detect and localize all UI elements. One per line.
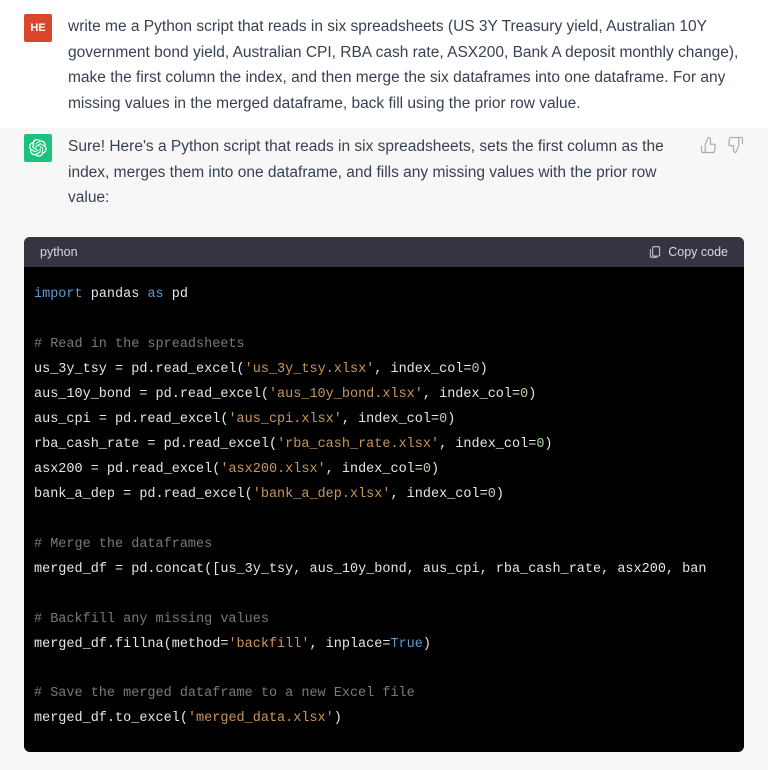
code-token: pandas: [91, 287, 140, 302]
code-token: pd.read_excel(: [115, 412, 228, 427]
code-token: rba_cash_rate: [34, 437, 139, 452]
code-token: 0: [439, 412, 447, 427]
user-message-body: write me a Python script that reads in s…: [68, 12, 744, 116]
code-token: aus_cpi: [34, 412, 91, 427]
user-avatar-label: HE: [30, 22, 45, 34]
code-token: pd: [172, 287, 188, 302]
code-token: 'aus_cpi.xlsx': [228, 412, 341, 427]
code-token: asx200: [34, 462, 83, 477]
code-token: =: [107, 362, 131, 377]
code-token: 0: [520, 387, 528, 402]
code-token: pd.read_excel(: [156, 387, 269, 402]
code-token: ): [447, 412, 455, 427]
code-token: import: [34, 287, 83, 302]
assistant-avatar: [24, 134, 52, 162]
code-token: , index_col=: [423, 387, 520, 402]
thumbs-up-button[interactable]: [700, 136, 718, 159]
code-token: , index_col=: [439, 437, 536, 452]
code-token: 0: [472, 362, 480, 377]
user-message: HE write me a Python script that reads i…: [0, 8, 768, 128]
code-token: ): [423, 637, 431, 652]
code-token: pd.read_excel(: [107, 462, 220, 477]
code-token: , index_col=: [342, 412, 439, 427]
code-token: , index_col=: [390, 487, 487, 502]
code-token: bank_a_dep: [34, 487, 115, 502]
code-token: 'merged_data.xlsx': [188, 711, 334, 726]
code-token: merged_df.to_excel(: [34, 711, 188, 726]
code-token: # Save the merged dataframe to a new Exc…: [34, 686, 415, 701]
conversation: HE write me a Python script that reads i…: [0, 0, 768, 770]
code-token: ): [496, 487, 504, 502]
assistant-message-text: Sure! Here's a Python script that reads …: [68, 134, 676, 211]
code-token: 'backfill': [228, 637, 309, 652]
code-token: 'asx200.xlsx': [220, 462, 325, 477]
code-container: python Copy code import pandas as pd # R…: [0, 223, 768, 770]
code-token: merged_df.fillna(method=: [34, 637, 228, 652]
code-token: =: [83, 462, 107, 477]
code-token: True: [390, 637, 422, 652]
user-message-text: write me a Python script that reads in s…: [68, 14, 744, 116]
code-token: # Read in the spreadsheets: [34, 337, 245, 352]
code-token: as: [147, 287, 163, 302]
code-header: python Copy code: [24, 237, 744, 267]
code-body[interactable]: import pandas as pd # Read in the spread…: [24, 267, 744, 752]
code-token: 'bank_a_dep.xlsx': [253, 487, 391, 502]
code-token: 0: [488, 487, 496, 502]
code-token: pd.read_excel(: [164, 437, 277, 452]
copy-code-label: Copy code: [668, 245, 728, 259]
openai-logo-icon: [29, 139, 47, 157]
code-token: # Merge the dataframes: [34, 537, 212, 552]
assistant-message-body: Sure! Here's a Python script that reads …: [68, 132, 676, 211]
code-token: 0: [423, 462, 431, 477]
code-token: ): [480, 362, 488, 377]
feedback-controls: [700, 136, 744, 159]
code-token: =: [131, 387, 155, 402]
code-block: python Copy code import pandas as pd # R…: [24, 237, 744, 752]
code-token: ): [334, 711, 342, 726]
clipboard-icon: [648, 245, 662, 259]
thumbs-down-icon: [726, 136, 744, 154]
code-token: 'us_3y_tsy.xlsx': [245, 362, 375, 377]
thumbs-up-icon: [700, 136, 718, 154]
code-token: 'aus_10y_bond.xlsx': [269, 387, 423, 402]
code-token: ): [528, 387, 536, 402]
code-token: =: [139, 437, 163, 452]
code-token: pd.read_excel(: [131, 362, 244, 377]
code-token: =: [91, 412, 115, 427]
code-token: pd.concat([us_3y_tsy, aus_10y_bond, aus_…: [131, 562, 706, 577]
code-token: , index_col=: [326, 462, 423, 477]
code-token: =: [115, 487, 139, 502]
code-token: aus_10y_bond: [34, 387, 131, 402]
code-token: =: [107, 562, 131, 577]
thumbs-down-button[interactable]: [726, 136, 744, 159]
code-token: , index_col=: [374, 362, 471, 377]
code-token: 'rba_cash_rate.xlsx': [277, 437, 439, 452]
code-token: us_3y_tsy: [34, 362, 107, 377]
code-language-label: python: [40, 245, 78, 259]
user-avatar: HE: [24, 14, 52, 42]
code-token: ): [544, 437, 552, 452]
code-token: , inplace=: [309, 637, 390, 652]
copy-code-button[interactable]: Copy code: [648, 245, 728, 259]
code-token: merged_df: [34, 562, 107, 577]
code-token: ): [431, 462, 439, 477]
code-token: # Backfill any missing values: [34, 612, 269, 627]
code-token: pd.read_excel(: [139, 487, 252, 502]
assistant-message: Sure! Here's a Python script that reads …: [0, 128, 768, 223]
